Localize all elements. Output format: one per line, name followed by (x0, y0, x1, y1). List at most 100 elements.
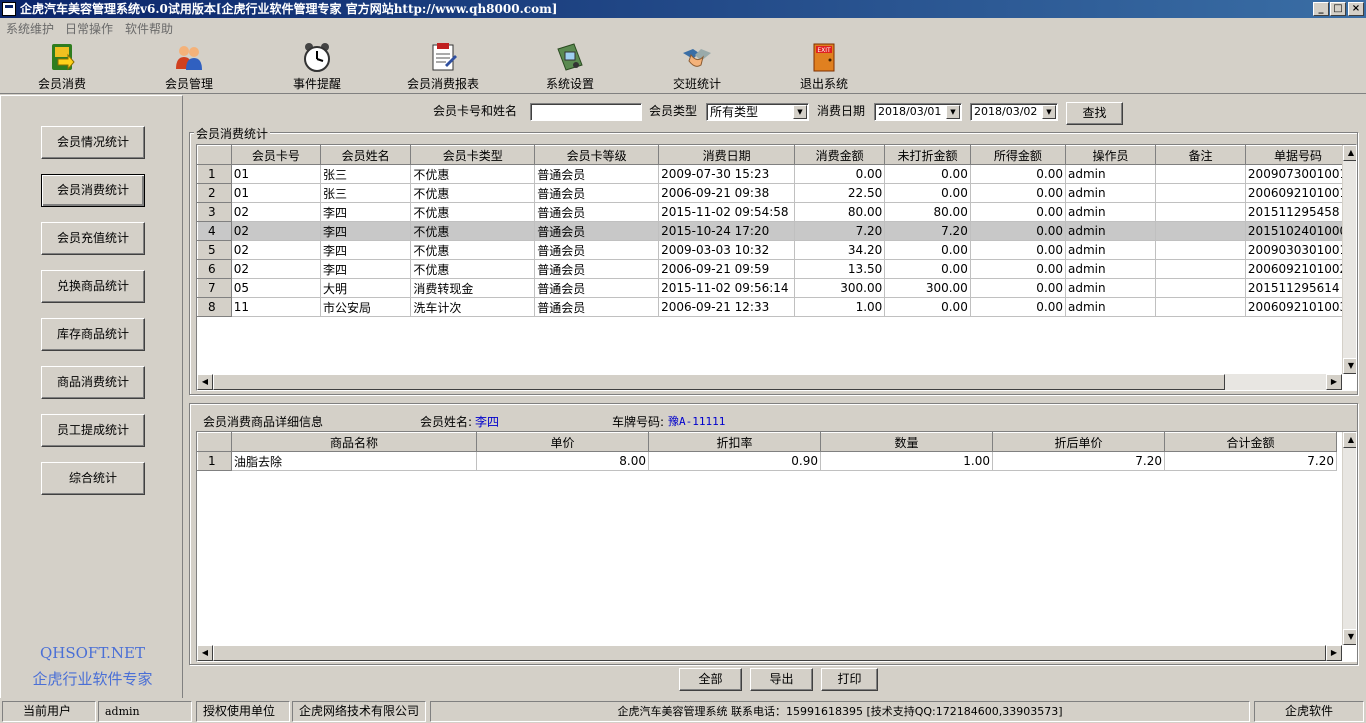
column-header[interactable]: 所得金额 (969, 145, 1066, 165)
toolbar-label: 交班统计 (672, 77, 721, 91)
sidebar-item-staff-commission[interactable]: 员工提成统计 (41, 414, 145, 447)
row-number[interactable]: 1 (197, 164, 232, 184)
table-row[interactable]: 4 02 李四 不优惠 普通会员 2015-10-24 17:20 7.20 7.20 0.00… (197, 221, 1356, 241)
close-button[interactable]: × (1348, 2, 1364, 16)
toolbar-system-settings[interactable]: 系统设置 (515, 38, 625, 94)
detail-table: 商品名称 单价 折扣率 数量 折后单价 合计金额 1 油脂去除 8.00 0.90 1.00 7.2… (196, 431, 1357, 662)
date-to-value: 2018/03/02 (974, 105, 1038, 118)
column-header[interactable]: 消费金额 (794, 145, 886, 165)
column-header[interactable]: 折后单价 (992, 432, 1165, 452)
menu-software-help[interactable]: 软件帮助 (125, 20, 173, 37)
date-from-picker[interactable]: 2018/03/01 ▼ (874, 103, 962, 121)
row-number[interactable]: 3 (197, 202, 232, 222)
column-header[interactable]: 会员卡等级 (534, 145, 660, 165)
menu-system-maintenance[interactable]: 系统维护 (6, 20, 54, 37)
chevron-down-icon[interactable]: ▼ (1042, 105, 1056, 119)
table-row[interactable]: 7 05 大明 消费转现金 普通会员 2015-11-02 09:56:14 300.00 3… (197, 278, 1356, 298)
sidebar-item-member-consume[interactable]: 会员消费统计 (41, 174, 145, 207)
toolbar-label: 会员消费报表 (406, 77, 479, 91)
scroll-left-icon[interactable]: ◀ (197, 374, 213, 390)
column-header[interactable]: 消费日期 (658, 145, 796, 165)
detail-table-body: 商品名称 单价 折扣率 数量 折后单价 合计金额 1 油脂去除 8.00 0.90 1.00 7.2… (197, 432, 1337, 471)
toolbar-shift-stats[interactable]: 交班统计 (642, 38, 752, 94)
export-button[interactable]: 导出 (750, 668, 813, 691)
toolbar-exit-system[interactable]: EXIT 退出系统 (769, 38, 879, 94)
table-row[interactable]: 3 02 李四 不优惠 普通会员 2015-11-02 09:54:58 80.00 80.0… (197, 202, 1356, 222)
sidebar-item-member-recharge[interactable]: 会员充值统计 (41, 222, 145, 255)
table-cell: 不优惠 (410, 183, 536, 203)
search-button[interactable]: 查找 (1066, 102, 1123, 125)
table-cell: 7.20 (884, 221, 971, 241)
column-header[interactable]: 单价 (476, 432, 649, 452)
table-cell: 22.50 (794, 183, 886, 203)
scroll-thumb[interactable] (213, 374, 1225, 390)
column-header[interactable]: 数量 (820, 432, 993, 452)
scroll-left-icon[interactable]: ◀ (197, 645, 213, 661)
table-cell: 300.00 (884, 278, 971, 298)
scroll-down-icon[interactable]: ▼ (1343, 358, 1356, 374)
brand-cn: 企虎行业软件专家 (32, 670, 153, 688)
table-row[interactable]: 8 11 市公安局 洗车计次 普通会员 2006-09-21 12:33 1.00 0.00 0… (197, 297, 1356, 317)
sidebar-item-exchange-goods[interactable]: 兑换商品统计 (41, 270, 145, 303)
scroll-right-icon[interactable]: ▶ (1326, 374, 1342, 390)
column-header[interactable]: 会员卡号 (230, 145, 322, 165)
row-number[interactable]: 4 (197, 221, 232, 241)
current-user-label: 当前用户 (2, 701, 96, 722)
table-cell (1155, 164, 1246, 184)
consume-vertical-scrollbar[interactable]: ▲ ▼ (1342, 145, 1356, 374)
row-number[interactable]: 6 (197, 259, 232, 279)
detail-horizontal-scrollbar[interactable]: ◀ ▶ (197, 645, 1342, 661)
row-number[interactable]: 7 (197, 278, 232, 298)
consume-group-title: 会员消费统计 (194, 125, 271, 142)
toolbar-label: 系统设置 (545, 77, 594, 91)
toolbar-consume-report[interactable]: 会员消费报表 (388, 38, 498, 94)
scroll-up-icon[interactable]: ▲ (1343, 145, 1356, 161)
sidebar-item-member-status[interactable]: 会员情况统计 (41, 126, 145, 159)
table-cell: 0.00 (970, 183, 1066, 203)
member-type-select[interactable]: 所有类型 ▼ (706, 103, 809, 121)
menu-daily-operations[interactable]: 日常操作 (65, 20, 113, 37)
scroll-right-icon[interactable]: ▶ (1326, 645, 1342, 661)
name-filter-input[interactable] (530, 103, 642, 121)
column-header[interactable]: 会员姓名 (320, 145, 412, 165)
print-button[interactable]: 打印 (821, 668, 878, 691)
sidebar-item-stock-goods[interactable]: 库存商品统计 (41, 318, 145, 351)
column-header[interactable]: 单据号码 (1244, 145, 1352, 165)
chevron-down-icon[interactable]: ▼ (793, 105, 807, 119)
consume-horizontal-scrollbar[interactable]: ◀ ▶ (197, 374, 1342, 390)
maximize-button[interactable]: □ (1330, 2, 1346, 16)
toolbar-member-manage[interactable]: 会员管理 (134, 38, 244, 94)
scroll-down-icon[interactable]: ▼ (1343, 629, 1356, 645)
column-header[interactable]: 折扣率 (648, 432, 821, 452)
chevron-down-icon[interactable]: ▼ (946, 105, 960, 119)
toolbar-event-reminder[interactable]: 事件提醒 (262, 38, 372, 94)
column-header[interactable]: 合计金额 (1164, 432, 1337, 452)
row-number[interactable]: 8 (197, 297, 232, 317)
row-number[interactable]: 1 (197, 451, 232, 471)
column-header[interactable]: 未打折金额 (884, 145, 971, 165)
column-header[interactable]: 商品名称 (231, 432, 477, 452)
alarm-clock-icon (304, 43, 330, 72)
name-filter-label: 会员卡号和姓名 (433, 104, 518, 118)
detail-vertical-scrollbar[interactable]: ▲ ▼ (1342, 432, 1356, 645)
table-cell (1155, 259, 1246, 279)
table-cell: 李四 (320, 221, 412, 241)
table-row[interactable]: 2 01 张三 不优惠 普通会员 2006-09-21 09:38 22.50 0.00 0.0… (197, 183, 1356, 203)
date-to-picker[interactable]: 2018/03/02 ▼ (970, 103, 1058, 121)
row-number[interactable]: 2 (197, 183, 232, 203)
column-header[interactable]: 操作员 (1064, 145, 1157, 165)
sidebar-item-goods-consume[interactable]: 商品消费统计 (41, 366, 145, 399)
scroll-up-icon[interactable]: ▲ (1343, 432, 1356, 448)
table-row[interactable]: 1 01 张三 不优惠 普通会员 2009-07-30 15:23 0.00 0.00 0.00… (197, 164, 1356, 184)
minimize-button[interactable]: _ (1313, 2, 1329, 16)
table-row[interactable]: 1 油脂去除 8.00 0.90 1.00 7.20 7.20 (197, 451, 1337, 471)
table-row[interactable]: 5 02 李四 不优惠 普通会员 2009-03-03 10:32 34.20 0.00 0.0… (197, 240, 1356, 260)
scroll-thumb[interactable] (213, 645, 1326, 661)
toolbar-member-consume[interactable]: 会员消费 (7, 38, 117, 94)
show-all-button[interactable]: 全部 (679, 668, 742, 691)
column-header[interactable]: 会员卡类型 (410, 145, 536, 165)
table-row[interactable]: 6 02 李四 不优惠 普通会员 2006-09-21 09:59 13.50 0.00 0.0… (197, 259, 1356, 279)
sidebar-item-overall[interactable]: 综合统计 (41, 462, 145, 495)
column-header[interactable]: 备注 (1155, 145, 1246, 165)
row-number[interactable]: 5 (197, 240, 232, 260)
